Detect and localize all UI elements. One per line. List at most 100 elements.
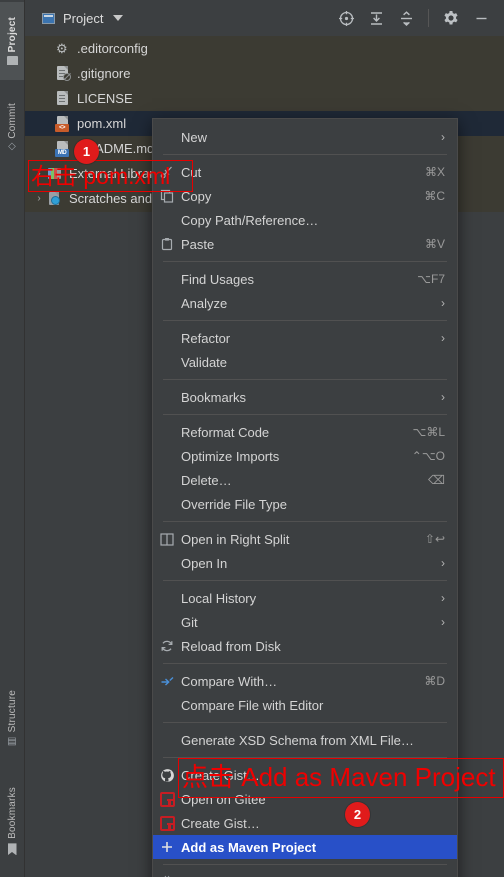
- empty-icon-slot: [153, 291, 181, 315]
- settings-gear-icon[interactable]: [438, 5, 464, 31]
- menu-item-copy-path-reference[interactable]: Copy Path/Reference…: [153, 208, 457, 232]
- menu-item-add-as-maven-project[interactable]: Add as Maven Project: [153, 835, 457, 859]
- menu-item-new[interactable]: New ›: [153, 125, 457, 149]
- menu-item-bookmarks[interactable]: Bookmarks ›: [153, 385, 457, 409]
- menu-item-shortcut: ⌘C: [424, 189, 445, 203]
- menu-item-generate-xsd-schema[interactable]: Generate XSD Schema from XML File…: [153, 728, 457, 752]
- copy-icon: [153, 184, 181, 208]
- menu-separator: [163, 414, 447, 415]
- libraries-icon: [46, 165, 63, 182]
- menu-item-label: Add as Maven Project: [181, 839, 317, 855]
- chevron-right-icon[interactable]: ›: [32, 168, 46, 179]
- empty-icon-slot: [153, 492, 181, 516]
- menu-item-delete[interactable]: Delete… ⌫: [153, 468, 457, 492]
- sidebar-item-project[interactable]: Project: [0, 2, 24, 80]
- panel-toolbar: [333, 5, 504, 31]
- empty-icon-slot: [153, 326, 181, 350]
- expand-all-icon[interactable]: [363, 5, 389, 31]
- commit-icon: ◇: [8, 141, 16, 153]
- sidebar-item-structure[interactable]: Structure ▤: [0, 680, 24, 760]
- empty-icon-slot: [153, 420, 181, 444]
- tool-window-strip: Project Commit ◇ Structure ▤ Bookmarks: [0, 0, 25, 877]
- submenu-chevron-icon: ›: [441, 331, 445, 345]
- menu-item-label: Bookmarks: [181, 389, 247, 405]
- empty-icon-slot: [153, 610, 181, 634]
- menu-item-label: Compare File with Editor: [181, 697, 324, 713]
- menu-item-add-as-ant-build-file[interactable]: Add as Ant Build File: [153, 870, 457, 877]
- structure-icon: ▤: [7, 735, 17, 747]
- menu-item-label: Validate: [181, 354, 228, 370]
- ant-icon: [153, 870, 181, 877]
- menu-item-label: Delete…: [181, 472, 232, 488]
- github-icon: [153, 763, 181, 787]
- tree-row-gitignore[interactable]: .gitignore: [24, 61, 504, 86]
- menu-item-compare-file-with-editor[interactable]: Compare File with Editor: [153, 693, 457, 717]
- collapse-all-icon[interactable]: [393, 5, 419, 31]
- toolbar-divider: [428, 9, 429, 27]
- hide-panel-icon[interactable]: [468, 5, 494, 31]
- empty-icon-slot: [153, 551, 181, 575]
- sidebar-item-structure-label: Structure: [6, 690, 18, 733]
- menu-item-label: Reformat Code: [181, 424, 270, 440]
- gitignore-icon: [54, 65, 71, 82]
- menu-item-cut[interactable]: Cut ⌘X: [153, 160, 457, 184]
- menu-item-paste[interactable]: Paste ⌘V: [153, 232, 457, 256]
- menu-item-label: Local History: [181, 590, 257, 606]
- tree-row-editorconfig[interactable]: ⚙ .editorconfig: [24, 36, 504, 61]
- menu-item-label: Open In: [181, 555, 228, 571]
- menu-item-create-gist-github[interactable]: Create Gist…: [153, 763, 457, 787]
- text-file-icon: [54, 90, 71, 107]
- select-opened-file-icon[interactable]: [333, 5, 359, 31]
- tree-row-license[interactable]: LICENSE: [24, 86, 504, 111]
- tree-row-label: .editorconfig: [77, 41, 148, 56]
- menu-item-label: Paste: [181, 236, 215, 252]
- annotation-2-badge: 2: [345, 802, 370, 827]
- menu-item-override-file-type[interactable]: Override File Type: [153, 492, 457, 516]
- sidebar-item-bookmarks[interactable]: Bookmarks: [0, 775, 24, 867]
- menu-item-label: Override File Type: [181, 496, 287, 512]
- sidebar-item-project-label: Project: [6, 16, 18, 53]
- submenu-chevron-icon: ›: [441, 556, 445, 570]
- menu-item-open-in-right-split[interactable]: Open in Right Split ⇧↩: [153, 527, 457, 551]
- chevron-down-icon[interactable]: [113, 15, 124, 21]
- empty-icon-slot: [153, 267, 181, 291]
- menu-item-label: Generate XSD Schema from XML File…: [181, 732, 414, 748]
- menu-item-find-usages[interactable]: Find Usages ⌥F7: [153, 267, 457, 291]
- tree-row-label: .gitignore: [77, 66, 131, 81]
- menu-item-reload-from-disk[interactable]: Reload from Disk: [153, 634, 457, 658]
- menu-separator: [163, 521, 447, 522]
- menu-item-shortcut: ⌘V: [424, 237, 445, 251]
- menu-item-validate[interactable]: Validate: [153, 350, 457, 374]
- menu-item-reformat-code[interactable]: Reformat Code ⌥⌘L: [153, 420, 457, 444]
- empty-icon-slot: [153, 350, 181, 374]
- submenu-chevron-icon: ›: [441, 130, 445, 144]
- menu-separator: [163, 379, 447, 380]
- menu-item-label: Create Gist…: [181, 815, 260, 831]
- menu-item-git[interactable]: Git ›: [153, 610, 457, 634]
- sidebar-item-bookmarks-label: Bookmarks: [6, 786, 18, 839]
- tree-row-label: pom.xml: [77, 116, 127, 131]
- menu-item-compare-with[interactable]: Compare With… ⌘D: [153, 669, 457, 693]
- menu-item-label: Refactor: [181, 330, 231, 346]
- menu-separator: [163, 864, 447, 865]
- file-context-menu[interactable]: New › Cut ⌘X Copy ⌘C Copy Path/Reference…: [152, 118, 458, 877]
- menu-item-open-in[interactable]: Open In ›: [153, 551, 457, 575]
- menu-item-shortcut: ⌃⌥O: [411, 449, 445, 463]
- menu-item-label: Git: [181, 614, 198, 630]
- empty-icon-slot: [153, 586, 181, 610]
- menu-item-optimize-imports[interactable]: Optimize Imports ⌃⌥O: [153, 444, 457, 468]
- menu-item-refactor[interactable]: Refactor ›: [153, 326, 457, 350]
- sidebar-item-commit[interactable]: Commit ◇: [0, 92, 24, 166]
- menu-item-open-on-gitee[interactable]: Open on Gitee: [153, 787, 457, 811]
- menu-item-shortcut: ⌘D: [424, 674, 445, 688]
- menu-item-analyze[interactable]: Analyze ›: [153, 291, 457, 315]
- empty-icon-slot: [153, 468, 181, 492]
- folder-icon: [6, 56, 18, 66]
- menu-item-local-history[interactable]: Local History ›: [153, 586, 457, 610]
- menu-item-create-gist-gitee[interactable]: Create Gist…: [153, 811, 457, 835]
- project-panel-header: Project: [24, 0, 504, 37]
- empty-icon-slot: [153, 444, 181, 468]
- menu-item-copy[interactable]: Copy ⌘C: [153, 184, 457, 208]
- sidebar-item-commit-label: Commit: [6, 102, 18, 139]
- chevron-right-icon[interactable]: ›: [32, 193, 46, 204]
